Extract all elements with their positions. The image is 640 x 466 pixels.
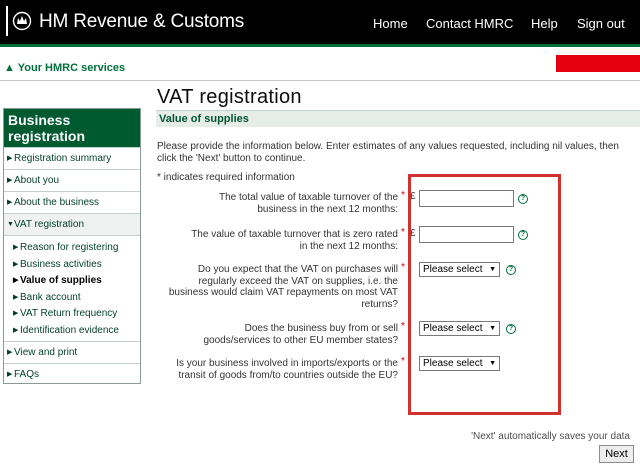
required-marker: * xyxy=(401,190,405,201)
arrow-right-icon: ▶ xyxy=(13,277,19,284)
sidebar-subitem-return-frequency[interactable]: ▶ VAT Return frequency xyxy=(4,306,140,323)
header-accent-strip xyxy=(0,44,640,47)
divider xyxy=(0,80,640,81)
required-note: * indicates required information xyxy=(157,172,295,183)
sidebar-item-faqs[interactable]: ▶ FAQs xyxy=(4,363,140,385)
nav-signout-link[interactable]: Sign out xyxy=(577,16,625,31)
sidebar-subitem-label: VAT Return frequency xyxy=(20,308,118,319)
sidebar-subitem-identification[interactable]: ▶ Identification evidence xyxy=(4,323,140,340)
sidebar-subitem-label: Value of supplies xyxy=(20,275,102,286)
question-label-total-turnover: The total value of taxable turnover of t… xyxy=(219,192,398,215)
sidebar-item-label: About the business xyxy=(14,197,100,208)
sidebar-item-label: VAT registration xyxy=(14,219,85,230)
services-link[interactable]: ▲ Your HMRC services xyxy=(4,62,125,74)
crown-icon xyxy=(6,6,32,36)
sidebar-item-about-you[interactable]: ▶ About you xyxy=(4,169,140,191)
nav-help-link[interactable]: Help xyxy=(531,16,558,31)
sidebar-subitem-bank-account[interactable]: ▶ Bank account xyxy=(4,290,140,307)
sidebar-subitem-label: Business activities xyxy=(20,258,102,270)
sidebar-title: Business registration xyxy=(4,109,140,147)
arrow-right-icon: ▶ xyxy=(7,177,13,184)
sidebar-item-label: About you xyxy=(14,175,60,186)
question-label-imports-exports: Is your business involved in imports/exp… xyxy=(176,358,398,381)
sidebar-item-label: Registration summary xyxy=(14,153,112,164)
arrow-right-icon: ▶ xyxy=(13,310,19,317)
alert-bar xyxy=(556,55,640,72)
sidebar-item-about-business[interactable]: ▶ About the business xyxy=(4,191,140,213)
arrow-right-icon: ▶ xyxy=(13,260,19,268)
nav-contact-link[interactable]: Contact HMRC xyxy=(426,16,513,31)
brand-name[interactable]: HM Revenue & Customs xyxy=(39,11,244,33)
arrow-right-icon: ▶ xyxy=(7,349,13,356)
nav-home-link[interactable]: Home xyxy=(373,16,408,31)
highlight-box xyxy=(408,174,561,415)
sidebar-subitem-label: Bank account xyxy=(20,291,81,303)
question-label-zero-rated: The value of taxable turnover that is ze… xyxy=(191,229,398,252)
question-label-eu-trade: Does the business buy from or sell goods… xyxy=(203,323,398,346)
page-title: VAT registration xyxy=(157,86,302,108)
arrow-right-icon: ▶ xyxy=(7,371,13,378)
sidebar-item-vat-registration[interactable]: ▼VAT registration xyxy=(4,213,140,235)
sidebar-item-view-print[interactable]: ▶ View and print xyxy=(4,341,140,363)
arrow-down-icon: ▼ xyxy=(7,221,14,228)
required-marker: * xyxy=(401,227,405,238)
arrow-right-icon: ▶ xyxy=(7,155,13,162)
sidebar-subitem-activities[interactable]: ▶ Business activities xyxy=(4,257,140,274)
sidebar-item-label: FAQs xyxy=(14,369,40,380)
sidebar-sublist: ▶ Reason for registering ▶ Business activi… xyxy=(4,235,140,341)
sidebar-nav: Business registration ▶ Registration summ… xyxy=(3,108,141,384)
sidebar-item-label: View and print xyxy=(14,347,78,358)
arrow-right-icon: ▶ xyxy=(13,293,19,301)
arrow-right-icon: ▶ xyxy=(13,326,19,334)
arrow-right-icon: ▶ xyxy=(7,199,13,206)
required-marker: * xyxy=(401,262,405,273)
sidebar-item-registration-summary[interactable]: ▶ Registration summary xyxy=(4,147,140,169)
question-label-vat-repayments: Do you expect that the VAT on purchases … xyxy=(168,264,398,310)
arrow-right-icon: ▶ xyxy=(13,244,19,251)
required-marker: * xyxy=(401,356,405,367)
section-heading: Value of supplies xyxy=(156,110,640,127)
sidebar-subitem-reason[interactable]: ▶ Reason for registering xyxy=(4,240,140,257)
sidebar-subitem-value-of-supplies[interactable]: ▶ Value of supplies xyxy=(4,273,140,290)
autosave-note: 'Next' automatically saves your data xyxy=(471,431,630,442)
sidebar-subitem-label: Identification evidence xyxy=(20,324,119,336)
header-bar: HM Revenue & Customs Home Contact HMRC H… xyxy=(0,0,640,44)
sidebar-subitem-label: Reason for registering xyxy=(20,242,119,253)
intro-text: Please provide the information below. En… xyxy=(157,141,619,164)
next-button[interactable]: Next xyxy=(599,445,634,463)
required-marker: * xyxy=(401,321,405,332)
